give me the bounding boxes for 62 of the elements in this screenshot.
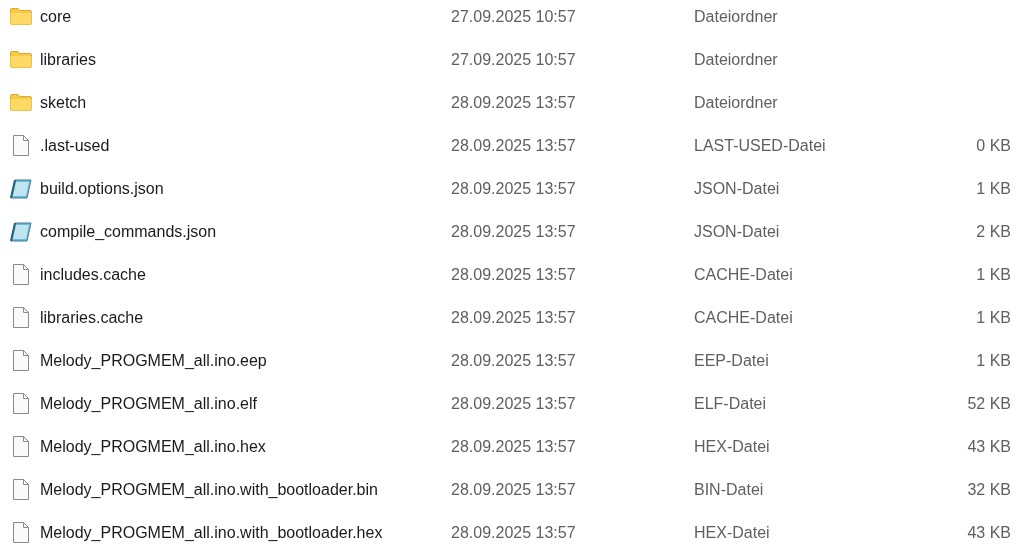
file-name[interactable]: Melody_PROGMEM_all.ino.elf [40, 394, 451, 413]
file-type: CACHE-Datei [694, 265, 794, 284]
notepad-icon [10, 178, 32, 199]
modified-date: 28.09.2025 13:57 [451, 523, 577, 542]
modified-date: 28.09.2025 13:57 [451, 437, 577, 456]
file-name[interactable]: Melody_PROGMEM_all.ino.eep [40, 351, 451, 370]
modified-date: 28.09.2025 13:57 [451, 136, 577, 155]
modified-date: 27.09.2025 10:57 [451, 7, 577, 26]
file-size: 1 KB [976, 308, 1011, 327]
file-icon [13, 307, 29, 328]
file-name[interactable]: Melody_PROGMEM_all.ino.with_bootloader.bin [40, 480, 451, 499]
file-type: JSON-Datei [694, 179, 781, 198]
file-type: LAST-USED-Datei [694, 136, 827, 155]
file-name[interactable]: compile_commands.json [40, 222, 451, 241]
file-size: 1 KB [976, 179, 1011, 198]
file-size: 0 KB [976, 136, 1011, 155]
file-type: EEP-Datei [694, 351, 770, 370]
file-icon [13, 479, 29, 500]
modified-date: 28.09.2025 13:57 [451, 308, 577, 327]
file-type: Dateiordner [694, 7, 779, 26]
file-size: 43 KB [967, 523, 1011, 542]
folder-icon [10, 51, 32, 68]
file-name[interactable]: libraries.cache [40, 308, 451, 327]
file-size: 1 KB [976, 265, 1011, 284]
file-icon [13, 436, 29, 457]
file-size: 32 KB [967, 480, 1011, 499]
file-icon [13, 135, 29, 156]
file-type: HEX-Datei [694, 523, 771, 542]
file-type: HEX-Datei [694, 437, 771, 456]
file-name[interactable]: sketch [40, 93, 451, 112]
file-type: Dateiordner [694, 50, 779, 69]
file-name[interactable]: build.options.json [40, 179, 451, 198]
file-icon [13, 522, 29, 543]
modified-date: 28.09.2025 13:57 [451, 222, 577, 241]
file-size: 1 KB [976, 351, 1011, 370]
modified-date: 28.09.2025 13:57 [451, 394, 577, 413]
file-name[interactable]: core [40, 7, 451, 26]
file-size: 2 KB [976, 222, 1011, 241]
file-name[interactable]: Melody_PROGMEM_all.ino.hex [40, 437, 451, 456]
file-size: 52 KB [967, 394, 1011, 413]
notepad-icon [10, 221, 32, 242]
modified-date: 27.09.2025 10:57 [451, 50, 577, 69]
modified-date: 28.09.2025 13:57 [451, 93, 577, 112]
modified-date: 28.09.2025 13:57 [451, 265, 577, 284]
file-type: BIN-Datei [694, 480, 765, 499]
file-name[interactable]: libraries [40, 50, 451, 69]
folder-icon [10, 8, 32, 25]
file-size: 43 KB [967, 437, 1011, 456]
file-type: JSON-Datei [694, 222, 781, 241]
folder-icon [10, 94, 32, 111]
file-name[interactable]: .last-used [40, 136, 451, 155]
file-type: CACHE-Datei [694, 308, 794, 327]
file-icon [13, 350, 29, 371]
file-name[interactable]: Melody_PROGMEM_all.ino.with_bootloader.hex [40, 523, 451, 542]
modified-date: 28.09.2025 13:57 [451, 179, 577, 198]
file-type: Dateiordner [694, 93, 779, 112]
modified-date: 28.09.2025 13:57 [451, 480, 577, 499]
modified-date: 28.09.2025 13:57 [451, 351, 577, 370]
file-name[interactable]: includes.cache [40, 265, 451, 284]
file-icon [13, 264, 29, 285]
file-icon [13, 393, 29, 414]
file-type: ELF-Datei [694, 394, 768, 413]
